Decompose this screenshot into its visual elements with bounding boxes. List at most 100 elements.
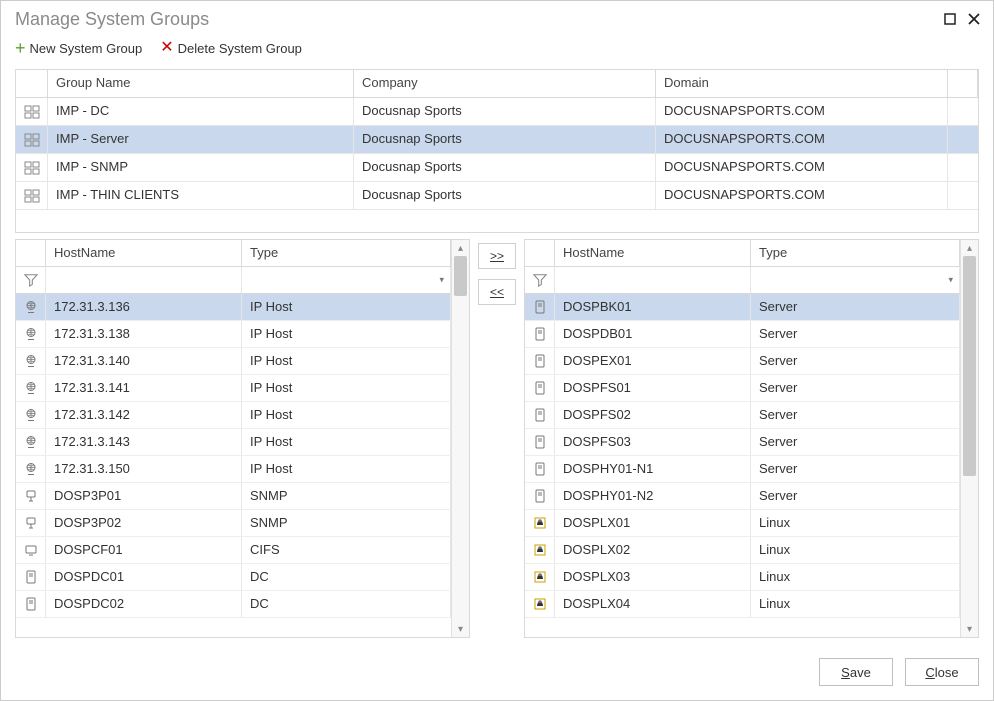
scroll-up-icon[interactable]: ▴ xyxy=(961,240,978,256)
close-button[interactable]: Close xyxy=(905,658,979,686)
group-members-panel: HostName Type ▾ DOSPBK01ServerDOSPDB01Se… xyxy=(524,239,979,638)
close-label-rest: lose xyxy=(935,665,959,680)
header-end-col xyxy=(948,70,978,97)
table-row[interactable]: IMP - THIN CLIENTSDocusnap SportsDOCUSNA… xyxy=(16,182,978,210)
groups-table-header: Group Name Company Domain xyxy=(16,70,978,98)
host-name: 172.31.3.141 xyxy=(46,375,242,401)
list-item[interactable]: DOSPEX01Server xyxy=(525,348,960,375)
groups-table-footer xyxy=(16,210,978,232)
list-item[interactable]: DOSP3P01SNMP xyxy=(16,483,451,510)
list-item[interactable]: DOSPLX02Linux xyxy=(525,537,960,564)
lists-area: HostName Type ▾ 172.31.3.136IP Host172.3… xyxy=(15,239,979,638)
filter-icon[interactable] xyxy=(16,267,46,293)
list-item[interactable]: 172.31.3.141IP Host xyxy=(16,375,451,402)
linux-icon xyxy=(525,591,555,617)
list-item[interactable]: 172.31.3.136IP Host xyxy=(16,294,451,321)
scrollbar[interactable]: ▴ ▾ xyxy=(451,240,469,637)
server-icon xyxy=(525,321,555,347)
host-type: IP Host xyxy=(242,348,451,374)
list-item[interactable]: 172.31.3.138IP Host xyxy=(16,321,451,348)
list-item[interactable]: 172.31.3.142IP Host xyxy=(16,402,451,429)
filter-icon[interactable] xyxy=(525,267,555,293)
header-type[interactable]: Type xyxy=(751,240,960,266)
host-name: DOSPBK01 xyxy=(555,294,751,320)
delete-system-group-label: Delete System Group xyxy=(178,41,302,56)
cifs-icon xyxy=(16,537,46,563)
filter-host-cell[interactable] xyxy=(555,267,751,293)
scroll-up-icon[interactable]: ▴ xyxy=(452,240,469,256)
header-icon-col xyxy=(525,240,555,266)
header-hostname[interactable]: HostName xyxy=(46,240,242,266)
table-row[interactable]: IMP - ServerDocusnap SportsDOCUSNAPSPORT… xyxy=(16,126,978,154)
scroll-thumb[interactable] xyxy=(963,256,976,476)
list-item[interactable]: 172.31.3.150IP Host xyxy=(16,456,451,483)
scroll-down-icon[interactable]: ▾ xyxy=(452,621,469,637)
filter-type-cell[interactable]: ▾ xyxy=(751,267,960,293)
host-type: IP Host xyxy=(242,294,451,320)
transfer-buttons: >> << xyxy=(478,239,516,638)
host-name: DOSPFS02 xyxy=(555,402,751,428)
maximize-icon[interactable] xyxy=(943,12,957,26)
list-item[interactable]: DOSPFS03Server xyxy=(525,429,960,456)
list-item[interactable]: DOSPCF01CIFS xyxy=(16,537,451,564)
server-icon xyxy=(525,456,555,482)
host-type: CIFS xyxy=(242,537,451,563)
list-item[interactable]: DOSPDC01DC xyxy=(16,564,451,591)
host-type: SNMP xyxy=(242,510,451,536)
close-mnemonic: C xyxy=(925,665,934,680)
host-type: IP Host xyxy=(242,321,451,347)
list-item[interactable]: DOSPHY01-N1Server xyxy=(525,456,960,483)
host-name: DOSPFS01 xyxy=(555,375,751,401)
host-name: DOSPDC01 xyxy=(46,564,242,590)
list-item[interactable]: DOSPDC02DC xyxy=(16,591,451,618)
header-company[interactable]: Company xyxy=(354,70,656,97)
remove-from-group-button[interactable]: << xyxy=(478,279,516,305)
header-icon-col xyxy=(16,70,48,97)
group-domain: DOCUSNAPSPORTS.COM xyxy=(656,126,948,153)
header-type[interactable]: Type xyxy=(242,240,451,266)
list-item[interactable]: DOSPBK01Server xyxy=(525,294,960,321)
filter-host-input[interactable] xyxy=(54,272,233,287)
save-button[interactable]: Save xyxy=(819,658,893,686)
filter-host-input[interactable] xyxy=(563,272,742,287)
host-type: Linux xyxy=(751,564,960,590)
chevron-down-icon: ▾ xyxy=(948,275,953,286)
scroll-thumb[interactable] xyxy=(454,256,467,296)
host-type: IP Host xyxy=(242,375,451,401)
globe-icon xyxy=(16,348,46,374)
host-type: DC xyxy=(242,564,451,590)
header-domain[interactable]: Domain xyxy=(656,70,948,97)
row-end xyxy=(948,154,978,181)
list-item[interactable]: 172.31.3.143IP Host xyxy=(16,429,451,456)
globe-icon xyxy=(16,321,46,347)
list-item[interactable]: DOSPLX04Linux xyxy=(525,591,960,618)
linux-icon xyxy=(525,510,555,536)
header-group-name[interactable]: Group Name xyxy=(48,70,354,97)
list-item[interactable]: DOSP3P02SNMP xyxy=(16,510,451,537)
close-icon[interactable] xyxy=(967,12,981,26)
filter-host-cell[interactable] xyxy=(46,267,242,293)
new-system-group-button[interactable]: + New System Group xyxy=(15,39,142,57)
host-name: DOSPCF01 xyxy=(46,537,242,563)
list-item[interactable]: DOSPLX03Linux xyxy=(525,564,960,591)
list-item[interactable]: 172.31.3.140IP Host xyxy=(16,348,451,375)
list-item[interactable]: DOSPDB01Server xyxy=(525,321,960,348)
filter-type-cell[interactable]: ▾ xyxy=(242,267,451,293)
host-type: Server xyxy=(751,456,960,482)
add-to-group-button[interactable]: >> xyxy=(478,243,516,269)
header-hostname[interactable]: HostName xyxy=(555,240,751,266)
row-end xyxy=(948,182,978,209)
list-item[interactable]: DOSPFS02Server xyxy=(525,402,960,429)
host-name: 172.31.3.136 xyxy=(46,294,242,320)
scroll-down-icon[interactable]: ▾ xyxy=(961,621,978,637)
delete-system-group-button[interactable]: ✕ Delete System Group xyxy=(160,40,302,56)
globe-icon xyxy=(16,429,46,455)
table-row[interactable]: IMP - DCDocusnap SportsDOCUSNAPSPORTS.CO… xyxy=(16,98,978,126)
table-row[interactable]: IMP - SNMPDocusnap SportsDOCUSNAPSPORTS.… xyxy=(16,154,978,182)
list-item[interactable]: DOSPFS01Server xyxy=(525,375,960,402)
list-item[interactable]: DOSPLX01Linux xyxy=(525,510,960,537)
group-name: IMP - SNMP xyxy=(48,154,354,181)
scrollbar[interactable]: ▴ ▾ xyxy=(960,240,978,637)
header-icon-col xyxy=(16,240,46,266)
list-item[interactable]: DOSPHY01-N2Server xyxy=(525,483,960,510)
